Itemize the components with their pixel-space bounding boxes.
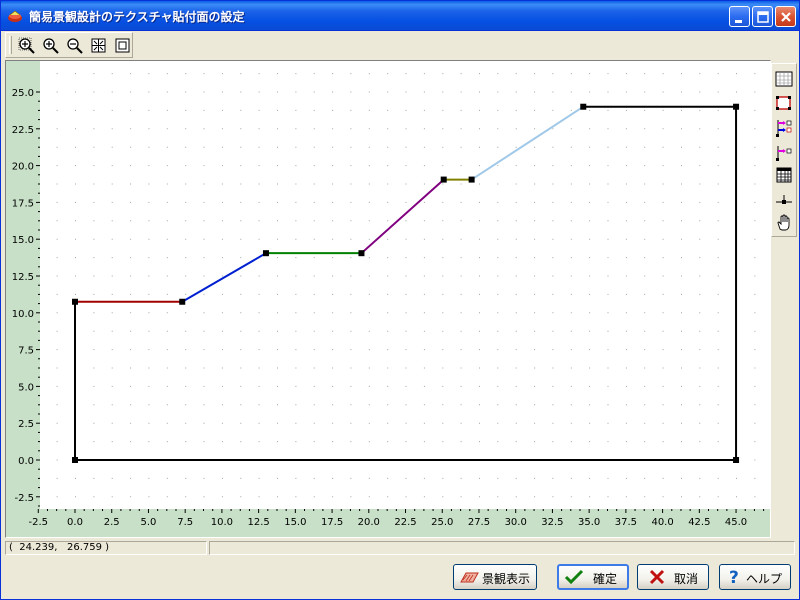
landscape-view-button[interactable]: 景観表示: [453, 564, 537, 590]
vertex-marker: [358, 250, 365, 257]
dialog-window: 簡易景観設計のテクスチャ貼付面の設定 25.0 22.5 20.0 17.5 1…: [0, 0, 800, 600]
select-rect-button[interactable]: [773, 92, 795, 114]
y-tick-label: 10.0: [12, 309, 34, 320]
x-tick-label: 20.0: [358, 517, 380, 528]
landscape-icon: [460, 572, 479, 583]
plot-background: [6, 61, 770, 537]
x-tick-label: 2.5: [104, 517, 120, 528]
ok-label: 確定: [593, 572, 618, 586]
x-tick-label: 0.0: [67, 517, 83, 528]
zoom-area-icon: [18, 37, 35, 54]
x-tick-label: 30.0: [505, 517, 527, 528]
checkmark-icon: [564, 569, 584, 585]
vertex-marker: [440, 176, 447, 183]
point-move-button[interactable]: [773, 116, 795, 138]
x-tick-label: 27.5: [468, 517, 490, 528]
help-question-icon: ?: [729, 568, 739, 586]
vertex-marker: [72, 457, 78, 463]
y-tick-label: 17.5: [12, 198, 34, 209]
y-tick-label: 22.5: [12, 125, 34, 136]
y-tick-label: 5.0: [18, 382, 34, 393]
zoom-out-button[interactable]: [64, 35, 86, 56]
x-tick-label: 10.0: [211, 517, 233, 528]
point-add-button[interactable]: [773, 142, 795, 164]
fit-all-icon: [91, 38, 106, 53]
close-button[interactable]: [775, 6, 796, 27]
cancel-x-icon: [649, 569, 665, 585]
window-title: 簡易景観設計のテクスチャ貼付面の設定: [29, 10, 245, 24]
view-toolbar: [5, 32, 133, 58]
app-icon: [8, 10, 22, 22]
status-message: [209, 541, 795, 555]
x-tick-label: 12.5: [247, 517, 269, 528]
zoom-in-button[interactable]: [40, 35, 62, 56]
x-tick-label: 22.5: [394, 517, 416, 528]
svg-text:?: ?: [729, 568, 739, 586]
x-tick-label: -2.5: [29, 517, 49, 528]
vertex-marker: [733, 103, 740, 110]
zoom-area-button[interactable]: [16, 35, 38, 56]
zoom-in-icon: [43, 38, 59, 54]
point-move-icon: [776, 120, 792, 137]
x-tick-label: 7.5: [177, 517, 193, 528]
x-tick-label: 40.0: [651, 517, 673, 528]
y-tick-label: 0.0: [18, 456, 34, 467]
ok-button[interactable]: 確定: [557, 564, 629, 590]
grid-toggle-button[interactable]: [773, 68, 795, 90]
x-tick-label: 42.5: [688, 517, 710, 528]
fit-all-button[interactable]: [88, 35, 110, 56]
help-label: ヘルプ: [746, 572, 783, 586]
x-tick-label: 15.0: [284, 517, 306, 528]
zoom-out-icon: [67, 38, 83, 54]
landscape-view-label: 景観表示: [482, 572, 531, 586]
pan-button[interactable]: [773, 212, 795, 234]
x-tick-label: 25.0: [431, 517, 453, 528]
help-button[interactable]: ? ヘルプ: [719, 564, 791, 590]
pan-hand-icon: [777, 214, 790, 231]
cancel-label: 取消: [674, 572, 699, 586]
x-tick-label: 37.5: [615, 517, 637, 528]
table-icon: [776, 167, 792, 183]
select-rect-icon: [776, 96, 791, 110]
table-button[interactable]: [773, 164, 795, 186]
plot-area: [6, 61, 770, 537]
y-tick-label: 12.5: [12, 272, 34, 283]
y-tick-label: 7.5: [18, 346, 34, 357]
vertex-marker: [468, 176, 475, 183]
y-tick-label: -2.5: [14, 493, 34, 504]
status-bar: ( 24.239, 26.759 ): [5, 541, 797, 555]
title-bar[interactable]: 簡易景観設計のテクスチャ貼付面の設定: [1, 1, 799, 31]
vertex-marker: [72, 298, 78, 305]
x-tick-label: 17.5: [321, 517, 343, 528]
toolbar-grip[interactable]: [9, 36, 12, 54]
minimize-button[interactable]: [729, 6, 750, 27]
minimize-icon: [735, 20, 742, 23]
y-tick-label: 2.5: [18, 419, 34, 430]
x-tick-label: 32.5: [541, 517, 563, 528]
vertex-marker: [580, 103, 587, 110]
cancel-button[interactable]: 取消: [637, 564, 709, 590]
y-tick-label: 20.0: [12, 162, 34, 173]
cursor-coordinates: ( 24.239, 26.759 ): [5, 541, 207, 555]
snap-icon: [776, 195, 792, 204]
grid-toggle-icon: [775, 71, 793, 87]
maximize-icon: [757, 11, 769, 23]
fit-window-icon: [115, 38, 130, 53]
x-tick-label: 5.0: [140, 517, 156, 528]
x-tick-label: 45.0: [725, 517, 747, 528]
maximize-button[interactable]: [752, 6, 773, 27]
fit-window-button[interactable]: [112, 35, 134, 56]
point-add-icon: [776, 146, 792, 161]
vertex-marker: [179, 298, 186, 305]
close-icon: [781, 12, 791, 22]
x-tick-label: 35.0: [578, 517, 600, 528]
y-tick-label: 15.0: [12, 235, 34, 246]
snap-button[interactable]: [773, 190, 795, 212]
vertex-marker: [262, 250, 269, 257]
plot-canvas[interactable]: 25.0 22.5 20.0 17.5 15.0 12.5 10.0 7.5 5.0 2.5 0.0…: [6, 61, 770, 537]
y-tick-label: 25.0: [12, 88, 34, 99]
vertex-marker: [733, 457, 740, 463]
edit-toolbar: [771, 63, 797, 237]
